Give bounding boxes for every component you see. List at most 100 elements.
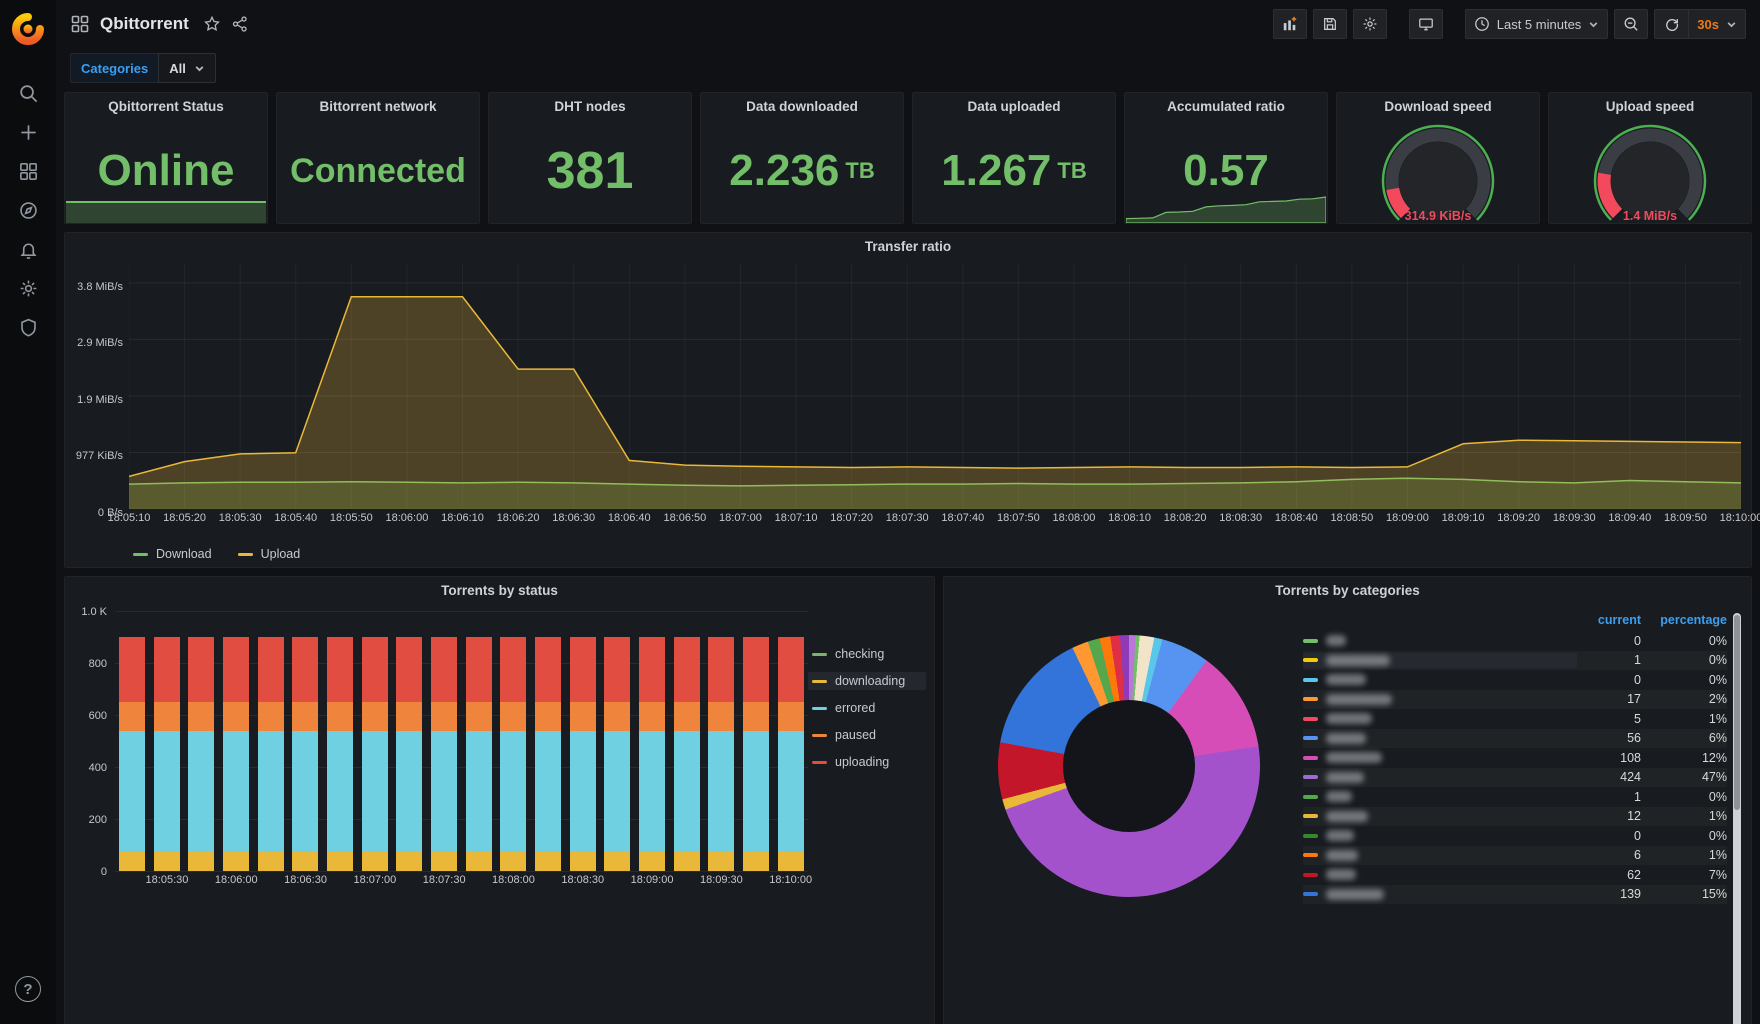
panel-title[interactable]: Qbittorrent Status xyxy=(65,93,267,119)
stacked-bar xyxy=(327,637,354,871)
column-current[interactable]: current xyxy=(1577,613,1641,627)
legend-item-checking[interactable]: checking xyxy=(808,645,926,663)
bar-segment-downloading xyxy=(777,852,804,871)
x-tick-label: 18:08:30 xyxy=(561,874,605,886)
bar-segment-paused xyxy=(396,701,423,731)
legend-table-row[interactable]: 6 1% xyxy=(1303,846,1727,866)
legend-color-swatch xyxy=(1303,775,1318,780)
ratio-value: 0.57 xyxy=(1183,146,1269,195)
refresh-interval-picker[interactable]: 30s xyxy=(1688,9,1746,39)
dashboard-settings-button[interactable] xyxy=(1352,9,1387,39)
category-current-value: 108 xyxy=(1620,750,1641,765)
legend-color-swatch xyxy=(1303,892,1318,897)
legend-item-download[interactable]: Download xyxy=(129,545,216,563)
panel-data-downloaded: Data downloaded 2.236 TB xyxy=(700,92,904,224)
legend-table-row[interactable]: 139 15% xyxy=(1303,885,1727,905)
help-icon[interactable]: ? xyxy=(15,976,41,1002)
status-value: Online xyxy=(97,146,235,195)
panel-title[interactable]: Bittorrent network xyxy=(277,93,479,119)
legend-table-row[interactable]: 1 0% xyxy=(1303,651,1727,671)
alerting-bell-icon[interactable] xyxy=(8,230,48,269)
stacked-bar xyxy=(604,637,631,871)
dashboards-icon[interactable] xyxy=(8,152,48,191)
bar-segment-uploading xyxy=(257,637,284,702)
legend-color-swatch xyxy=(1303,658,1318,663)
panel-title[interactable]: Data uploaded xyxy=(913,93,1115,119)
legend-table-row[interactable]: 0 0% xyxy=(1303,670,1727,690)
bar-segment-uploading xyxy=(153,637,180,702)
chevron-down-icon xyxy=(1589,21,1598,27)
panel-title[interactable]: Torrents by status xyxy=(65,577,934,603)
legend-item-paused[interactable]: paused xyxy=(808,726,926,744)
legend-item-downloading[interactable]: downloading xyxy=(808,672,926,690)
bar-segment-uploading xyxy=(500,637,527,702)
legend-table-row[interactable]: 62 7% xyxy=(1303,865,1727,885)
legend-color-swatch xyxy=(1303,853,1318,858)
category-name-redacted xyxy=(1326,849,1358,861)
panel-title[interactable]: Download speed xyxy=(1337,93,1539,119)
save-dashboard-button[interactable] xyxy=(1312,9,1347,39)
search-icon[interactable] xyxy=(8,74,48,113)
legend-item-uploading[interactable]: uploading xyxy=(808,753,926,771)
stacked-bar xyxy=(257,637,284,871)
refresh-button[interactable] xyxy=(1654,9,1689,39)
panel-title[interactable]: Torrents by categories xyxy=(944,577,1751,603)
x-tick-label: 18:09:10 xyxy=(1441,512,1485,524)
create-plus-icon[interactable] xyxy=(8,113,48,152)
bar-segment-errored xyxy=(257,730,284,853)
grafana-logo-icon[interactable] xyxy=(11,12,45,46)
legend-color-swatch xyxy=(1303,697,1318,702)
x-tick-label: 18:05:20 xyxy=(163,512,206,524)
legend-table-row[interactable]: 12 1% xyxy=(1303,807,1727,827)
tv-mode-button[interactable] xyxy=(1408,9,1443,39)
bar-segment-uploading xyxy=(777,637,804,702)
status-y-axis: 1.0 K 800 600 400 200 0 xyxy=(71,606,115,878)
legend-table-row[interactable]: 0 0% xyxy=(1303,826,1727,846)
zoom-out-time-button[interactable] xyxy=(1614,9,1649,39)
bar-segment-downloading xyxy=(639,852,666,871)
variable-value-dropdown[interactable]: All xyxy=(158,53,216,83)
category-name-cell xyxy=(1303,692,1577,707)
table-scrollbar[interactable] xyxy=(1733,613,1741,1024)
legend-table-row[interactable]: 0 0% xyxy=(1303,631,1727,651)
legend-table-row[interactable]: 1 0% xyxy=(1303,787,1727,807)
explore-compass-icon[interactable] xyxy=(8,191,48,230)
panel-torrents-by-status: Torrents by status 1.0 K 800 600 400 200 0 18… xyxy=(64,576,935,1024)
downloaded-value: 2.236 xyxy=(729,146,840,195)
bar-segment-errored xyxy=(431,730,458,853)
x-tick-label: 18:09:20 xyxy=(1497,512,1541,524)
add-panel-button[interactable] xyxy=(1272,9,1307,39)
bar-segment-errored xyxy=(708,730,735,853)
legend-table-row[interactable]: 56 6% xyxy=(1303,729,1727,749)
legend-table-row[interactable]: 17 2% xyxy=(1303,690,1727,710)
scrollbar-thumb[interactable] xyxy=(1734,615,1740,811)
x-tick-label: 18:07:30 xyxy=(422,874,466,886)
legend-label: downloading xyxy=(835,674,906,688)
panel-title[interactable]: Upload speed xyxy=(1549,93,1751,119)
legend-item-upload[interactable]: Upload xyxy=(234,545,305,563)
legend-table-row[interactable]: 424 47% xyxy=(1303,768,1727,788)
legend-color-swatch xyxy=(812,760,827,764)
legend-table-row[interactable]: 5 1% xyxy=(1303,709,1727,729)
bar-segment-downloading xyxy=(188,852,215,871)
dht-value: 381 xyxy=(546,142,634,200)
stacked-bar xyxy=(153,637,180,871)
legend-table-row[interactable]: 108 12% xyxy=(1303,748,1727,768)
bar-segment-paused xyxy=(569,701,596,731)
bar-segment-paused xyxy=(604,701,631,731)
variable-label[interactable]: Categories xyxy=(70,53,159,83)
time-range-picker[interactable]: Last 5 minutes xyxy=(1464,9,1609,39)
bar-segment-paused xyxy=(188,701,215,731)
panel-qbittorrent-status: Qbittorrent Status Online xyxy=(64,92,268,224)
legend-item-errored[interactable]: errored xyxy=(808,699,926,717)
panel-title[interactable]: Data downloaded xyxy=(701,93,903,119)
panel-title[interactable]: Accumulated ratio xyxy=(1125,93,1327,119)
configuration-gear-icon[interactable] xyxy=(8,269,48,308)
star-icon[interactable] xyxy=(203,15,221,33)
panel-title[interactable]: Transfer ratio xyxy=(65,233,1751,259)
column-percentage[interactable]: percentage xyxy=(1641,613,1727,627)
share-icon[interactable] xyxy=(231,15,249,33)
panel-title[interactable]: DHT nodes xyxy=(489,93,691,119)
server-admin-shield-icon[interactable] xyxy=(8,308,48,347)
category-name-redacted xyxy=(1326,810,1368,822)
